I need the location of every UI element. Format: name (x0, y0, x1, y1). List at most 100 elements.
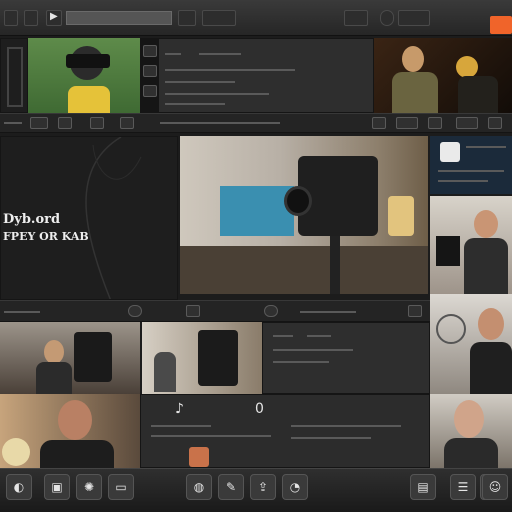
rail-frame (7, 47, 23, 107)
audio-panel: ♪ 0 (140, 394, 430, 468)
menu-button[interactable] (4, 10, 18, 26)
app-tile[interactable] (430, 136, 512, 194)
timer-dock-icon[interactable]: ◔ (282, 474, 308, 500)
video-tile-6[interactable] (430, 294, 512, 394)
record-icon[interactable] (178, 10, 196, 26)
bar-label (300, 311, 356, 313)
view-toggle-button[interactable] (202, 10, 236, 26)
panel-line (307, 335, 331, 337)
bar-button[interactable] (186, 305, 200, 317)
bar-progress (160, 122, 280, 124)
bar-button[interactable] (428, 117, 442, 129)
left-rail (0, 38, 28, 113)
camera-lens (284, 186, 312, 216)
second-person (458, 76, 498, 113)
search-input[interactable] (66, 11, 172, 25)
more-button[interactable] (143, 85, 157, 97)
person-face (478, 308, 504, 340)
overlay-subtitle: FPEY OR KAB (3, 230, 89, 243)
person-body (40, 440, 114, 468)
bar-label (4, 122, 22, 124)
camera-dock-icon[interactable]: ▣ (44, 474, 70, 500)
edit-dock-icon[interactable]: ✎ (218, 474, 244, 500)
person-face (402, 46, 424, 72)
camera-rig (198, 330, 238, 386)
capture-glyph-icon: ◐ (13, 480, 25, 494)
audio-dock-icon[interactable]: ◍ (186, 474, 212, 500)
video-tile-7[interactable] (0, 394, 140, 468)
bar-button[interactable] (264, 305, 278, 317)
mute-button[interactable] (143, 45, 157, 57)
camera-button[interactable] (143, 65, 157, 77)
panel-line (165, 69, 295, 71)
panel-line (199, 53, 241, 55)
row2-status-bar (0, 300, 430, 322)
bar-button[interactable] (128, 305, 142, 317)
cable-loop (436, 314, 466, 344)
background-lamp (2, 438, 30, 466)
bar-button[interactable] (396, 117, 418, 129)
edit-glyph-icon: ✎ (225, 480, 237, 494)
video-tile-5[interactable] (142, 322, 262, 394)
overlay-preview-tile[interactable]: Dyb.ord FPEY OR KAB (0, 136, 178, 300)
headphones-icon: ♪ (175, 401, 184, 417)
person-face (454, 400, 484, 438)
person-body (36, 362, 72, 394)
floor-shadow (180, 246, 428, 294)
top-toolbar: ▶ (0, 0, 512, 36)
person-face (58, 400, 92, 440)
share-glyph-icon: ⇪ (257, 480, 269, 494)
layout-button[interactable] (398, 10, 430, 26)
tile-controls (140, 38, 158, 113)
video-tile-8[interactable] (430, 394, 512, 468)
bar-button[interactable] (456, 117, 478, 129)
profile-dock-icon[interactable]: ☺ (482, 474, 508, 500)
panel-line (291, 425, 401, 427)
mixer-dock-icon[interactable]: ☰ (450, 474, 476, 500)
capture-dock-icon[interactable]: ◐ (6, 474, 32, 500)
library-glyph-icon: ▤ (417, 480, 429, 494)
panel-line (165, 53, 181, 55)
person-face (44, 340, 64, 364)
panel-line (273, 349, 353, 351)
library-dock-icon[interactable]: ▤ (410, 474, 436, 500)
status-indicator (380, 10, 394, 26)
person-silhouette (154, 352, 176, 392)
main-camera-view[interactable] (180, 136, 428, 294)
bar-button[interactable] (30, 117, 48, 129)
settings-dock-icon[interactable]: ✺ (76, 474, 102, 500)
bar-button[interactable] (90, 117, 104, 129)
bar-button[interactable] (408, 305, 422, 317)
record-toggle[interactable] (189, 447, 209, 467)
bar-button[interactable] (488, 117, 502, 129)
lamp (388, 196, 414, 236)
bar-button[interactable] (372, 117, 386, 129)
settings-panel (158, 38, 374, 113)
bar-button[interactable] (120, 117, 134, 129)
panel-line (165, 81, 235, 83)
panel-line (273, 361, 329, 363)
person-shirt (68, 86, 110, 113)
back-button[interactable] (24, 10, 38, 26)
person-body (392, 72, 438, 113)
audio-glyph-icon: ◍ (193, 480, 205, 494)
person-body (464, 238, 508, 294)
app-line (438, 180, 488, 182)
share-dock-icon[interactable]: ⇪ (250, 474, 276, 500)
play-icon[interactable]: ▶ (46, 10, 62, 26)
settings-icon[interactable] (344, 10, 368, 26)
video-tile-2[interactable] (374, 38, 512, 113)
info-panel (262, 322, 430, 394)
screen-dock-icon[interactable]: ▭ (108, 474, 134, 500)
row1-status-bar (0, 113, 512, 133)
person-body (470, 342, 512, 394)
video-tile-3[interactable] (430, 196, 512, 294)
bar-button[interactable] (58, 117, 72, 129)
wall-screen (220, 186, 294, 236)
app-line (438, 170, 504, 172)
tripod-stand (330, 236, 340, 294)
video-tile-1[interactable] (28, 38, 140, 113)
light-glow (456, 56, 478, 78)
go-live-button[interactable] (490, 16, 512, 34)
video-tile-4[interactable] (0, 322, 140, 394)
